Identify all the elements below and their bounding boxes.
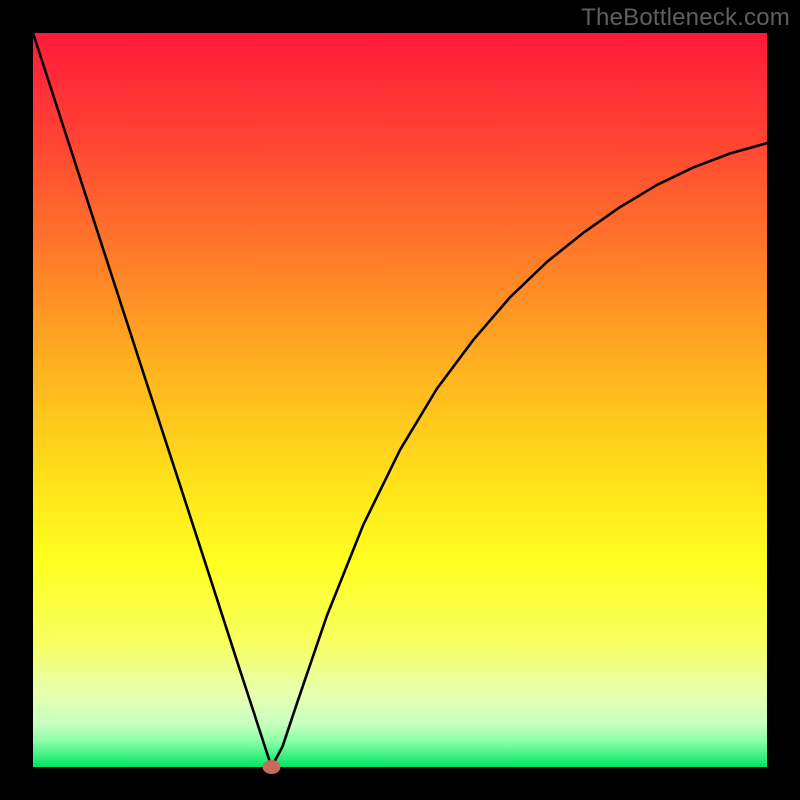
optimum-marker (263, 760, 281, 774)
plot-area (33, 33, 767, 767)
chart-frame: TheBottleneck.com (0, 0, 800, 800)
bottleneck-chart (0, 0, 800, 800)
watermark-text: TheBottleneck.com (581, 4, 790, 32)
